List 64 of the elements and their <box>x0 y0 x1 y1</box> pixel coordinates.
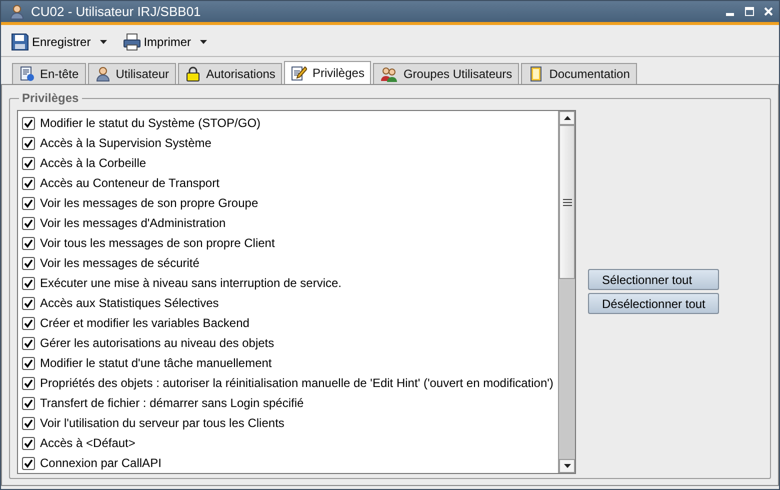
checkbox[interactable] <box>22 376 35 390</box>
checkbox-label[interactable]: Modifier le statut du Système (STOP/GO) <box>40 116 261 130</box>
checkbox[interactable] <box>22 116 35 130</box>
checkbox-label[interactable]: Voir les messages d'Administration <box>40 216 226 230</box>
print-button[interactable]: Imprimer <box>120 33 210 51</box>
checkbox-label[interactable]: Gérer les autorisations au niveau des objets <box>40 336 274 350</box>
checkbox[interactable] <box>22 396 35 410</box>
checkbox[interactable] <box>22 356 35 370</box>
save-button[interactable]: Enregistrer <box>9 33 109 51</box>
window-title: CU02 - Utilisateur IRJ/SBB01 <box>31 4 202 19</box>
checkbox[interactable] <box>22 436 35 450</box>
checkbox[interactable] <box>22 236 35 250</box>
checkbox-label[interactable]: Voir tous les messages de son propre Client <box>40 236 275 250</box>
checkbox[interactable] <box>22 296 35 310</box>
checkbox-label[interactable]: Créer et modifier les variables Backend <box>40 316 250 330</box>
tab[interactable]: Privilèges <box>284 61 372 84</box>
checkbox-label[interactable]: Accès à la Supervision Système <box>40 136 212 150</box>
checkbox[interactable] <box>22 336 35 350</box>
scroll-up-icon[interactable] <box>564 116 570 120</box>
grip-icon[interactable] <box>562 198 572 206</box>
checkbox[interactable] <box>22 276 35 290</box>
checkbox-label[interactable]: Accès au Conteneur de Transport <box>40 176 220 190</box>
tab[interactable]: Documentation <box>521 63 637 84</box>
users-icon <box>380 66 398 82</box>
printer-icon <box>122 33 141 51</box>
checkbox[interactable] <box>22 196 35 210</box>
caret-icon <box>200 40 208 44</box>
checkbox[interactable] <box>22 416 35 430</box>
padlock-icon <box>185 66 202 82</box>
checkbox-label[interactable]: Accès à <Défaut> <box>40 436 136 450</box>
checkbox-label[interactable]: Transfert de fichier : démarrer sans Login spécifié <box>40 396 304 410</box>
tab[interactable]: Groupes Utilisateurs <box>373 63 520 84</box>
select-all-button[interactable]: Sélectionner tout <box>588 269 720 290</box>
checkbox[interactable] <box>22 256 35 270</box>
tab[interactable]: Autorisations <box>178 63 282 84</box>
checkbox[interactable] <box>22 136 35 150</box>
book-icon <box>528 66 544 82</box>
document-info-icon <box>19 66 35 82</box>
scroll-down-icon[interactable] <box>564 464 570 468</box>
deselect-all-button[interactable]: Désélectionner tout <box>588 293 720 314</box>
checkbox[interactable] <box>22 176 35 190</box>
tab[interactable]: En-tête <box>12 63 86 84</box>
scrollbar[interactable] <box>558 111 575 473</box>
checkbox-label[interactable]: Voir les messages de son propre Groupe <box>40 196 258 210</box>
pencil-document-icon <box>291 65 308 81</box>
checkbox-label[interactable]: Modifier le statut d'une tâche manuellement <box>40 356 272 370</box>
checkbox[interactable] <box>22 156 35 170</box>
caret-icon <box>100 40 107 44</box>
maximize-icon[interactable] <box>745 7 754 16</box>
checkbox-label[interactable]: Accès aux Statistiques Sélectives <box>40 296 219 310</box>
checkbox-label[interactable]: Propriétés des objets : autoriser la réinitialisation manuelle de 'Edit Hint' ('ouvert en modification') <box>40 376 554 390</box>
checkbox[interactable] <box>22 316 35 330</box>
checkbox-label[interactable]: Connexion par CallAPI <box>40 456 162 470</box>
user-icon <box>94 66 111 82</box>
user-icon <box>9 4 25 20</box>
checkbox[interactable] <box>22 456 35 470</box>
checkbox[interactable] <box>22 216 35 230</box>
close-icon[interactable] <box>764 7 773 16</box>
checkbox-label[interactable]: Voir l'utilisation du serveur par tous les Clients <box>40 416 284 430</box>
tab[interactable]: Utilisateur <box>88 63 176 84</box>
checkbox-label[interactable]: Accès à la Corbeille <box>40 156 146 170</box>
checkbox-label[interactable]: Voir les messages de sécurité <box>40 256 200 270</box>
checkbox-label[interactable]: Exécuter une mise à niveau sans interruption de service. <box>40 276 342 290</box>
group-title: Privilèges <box>21 91 80 105</box>
